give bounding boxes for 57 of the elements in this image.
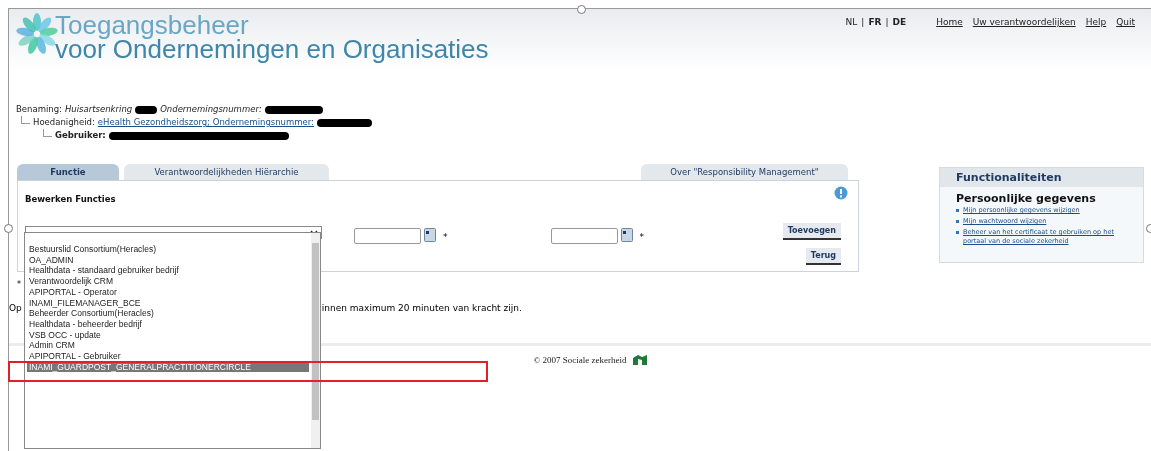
- dropdown-option[interactable]: VSB OCC - update: [27, 329, 309, 341]
- dropdown-option[interactable]: Verantwoordelijk CRM: [27, 276, 309, 287]
- dropdown-option[interactable]: Healthdata - beheerder bedrijf: [27, 318, 309, 330]
- note-text: Op: [9, 303, 22, 313]
- calendar-icon[interactable]: [620, 228, 633, 242]
- organisation-name: Huisartsenkring: [64, 103, 133, 116]
- resize-handle[interactable]: [577, 5, 586, 14]
- company-number-label: Ondernemingsnummer:: [160, 103, 262, 116]
- dropdown-option[interactable]: Beheerder Consortium(Heracles): [27, 308, 309, 319]
- language-link[interactable]: FR: [868, 17, 882, 71]
- info-icon[interactable]: [834, 186, 848, 200]
- footnote-mark: *: [17, 280, 21, 289]
- calendar-icon[interactable]: [424, 228, 436, 242]
- dropdown-option[interactable]: APIPORTAL - Gebruiker: [27, 351, 309, 362]
- logo-title: Toegangsbeheer: [55, 13, 249, 37]
- language-separator: |: [861, 17, 865, 29]
- required-mark: *: [443, 232, 448, 242]
- copyright-text: © 2007 Sociale zekerheid: [533, 355, 627, 365]
- scrollbar[interactable]: [311, 233, 320, 448]
- redaction-mark: [135, 105, 158, 114]
- tab[interactable]: Functie: [17, 164, 119, 180]
- hoedanigheid-link[interactable]: eHealth Gezondheidszorg; Ondernemingsnummer:: [97, 116, 314, 129]
- form-button[interactable]: Toevoegen: [782, 223, 841, 240]
- dropdown-option[interactable]: APIPORTAL - Operator: [27, 286, 309, 298]
- dropdown-option[interactable]: INAMI_FILEMANAGER_BCE: [27, 297, 309, 309]
- footer-logo-icon: [632, 355, 647, 365]
- redaction-mark: [317, 118, 372, 127]
- language-link[interactable]: NL: [845, 17, 858, 71]
- user-label: Gebruiker:: [55, 129, 106, 142]
- language-separator: |: [885, 17, 889, 29]
- bullet-icon: [956, 209, 959, 212]
- dropdown-option[interactable]: OA_ADMIN: [27, 254, 309, 266]
- required-mark: *: [639, 232, 644, 242]
- end-date-field[interactable]: [550, 228, 618, 244]
- note-text: innen maximum 20 minuten van kracht zijn.: [321, 303, 522, 313]
- redaction-mark: [264, 105, 323, 114]
- bullet-icon: [956, 220, 959, 223]
- dropdown-option[interactable]: INAMI_GUARDPOST_GENERALPRACTITIONERCIRCLE: [27, 361, 309, 373]
- dropdown-option[interactable]: Admin CRM: [27, 340, 309, 352]
- dropdown-option[interactable]: Healthdata - standaard gebruiker bedrijf: [27, 265, 309, 277]
- nav-link[interactable]: Help: [1085, 17, 1107, 71]
- sidebar-section-title: Persoonlijke gegevens: [955, 191, 1097, 205]
- language-link[interactable]: DE: [892, 17, 907, 71]
- dropdown-option[interactable]: Bestuurslid Consortium(Heracles): [27, 244, 309, 255]
- resize-handle[interactable]: [4, 224, 13, 233]
- bullet-icon: [956, 231, 959, 234]
- tab[interactable]: Verantwoordelijkheden Hiërarchie: [124, 164, 329, 180]
- start-date-field[interactable]: [354, 228, 421, 244]
- tab[interactable]: Over "Responsibility Management": [641, 164, 848, 180]
- benaming-label: Benaming:: [16, 103, 62, 116]
- nav-link[interactable]: Uw verantwoordelijken: [972, 17, 1076, 71]
- nav-link[interactable]: Quit: [1116, 17, 1135, 71]
- hoedanigheid-label: Hoedanigheid:: [33, 116, 95, 129]
- panel-title: Bewerken Functies: [25, 194, 116, 204]
- sidebar-title: Functionaliteiten: [940, 168, 1143, 187]
- form-button[interactable]: Terug: [805, 248, 841, 265]
- nav-link[interactable]: Home: [936, 17, 963, 71]
